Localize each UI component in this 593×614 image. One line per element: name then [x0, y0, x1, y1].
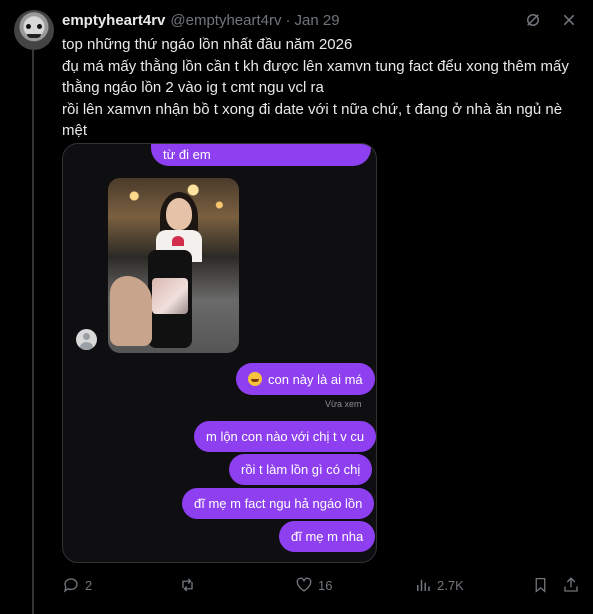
close-icon[interactable]: [559, 10, 579, 30]
chat-bubble-text: m lộn con nào với chị t v cu: [206, 429, 365, 444]
chat-bubble-text: đĩ mẹ m fact ngu hả ngáo lồn: [194, 496, 363, 511]
avatar-mouth: [27, 34, 41, 38]
views-button[interactable]: 2.7K: [414, 574, 464, 596]
bookmark-icon: [535, 577, 546, 593]
chat-bubble-sent: m lộn con nào với chị t v cu: [194, 421, 376, 452]
views-icon: [417, 579, 430, 591]
chat-bubble-sent: đĩ mẹ m nha: [279, 521, 376, 552]
tweet-text-line: top những thứ ngáo lồn nhất đầu năm 2026: [62, 36, 353, 53]
separator-dot: ·: [285, 11, 291, 29]
grok-icon[interactable]: [523, 10, 543, 30]
chat-bubble-text: đĩ mẹ m nha: [291, 529, 364, 544]
chat-bubble-sent: từ đi em: [151, 144, 371, 166]
tweet-text-line: rồi lên xamvn nhận bồ t xong đi date với…: [62, 100, 563, 118]
chat-bubble-text: từ đi em: [163, 146, 211, 162]
tweet-media-screenshot[interactable]: từ đi em con này là ai má Vừa xem m lộn …: [62, 143, 377, 563]
laughing-emoji-icon: [248, 372, 262, 386]
chat-bubble-sent: rồi t làm lồn gì có chị: [229, 454, 373, 485]
chat-bubble-text: rồi t làm lồn gì có chị: [241, 462, 361, 477]
repost-icon: [182, 578, 193, 592]
share-button[interactable]: [562, 574, 580, 596]
repost-button[interactable]: [178, 574, 202, 596]
tweet-text-line: mệt: [62, 122, 88, 139]
avatar-eyes: [26, 24, 42, 29]
tweet-text-line: đụ má mấy thằng lồn cần t kh được lên xa…: [62, 57, 569, 75]
like-button[interactable]: 16: [295, 574, 332, 596]
seen-status: Vừa xem: [325, 399, 362, 409]
share-icon: [564, 577, 578, 592]
photo-hand: [110, 276, 152, 346]
reply-button[interactable]: 2: [62, 574, 92, 596]
tweet-header: emptyheart4rv @emptyheart4rv · Jan 29: [62, 10, 340, 30]
timestamp[interactable]: Jan 29: [295, 12, 340, 29]
photo-phone-screen: [152, 278, 188, 314]
bookmark-button[interactable]: [532, 574, 549, 596]
photo-face: [166, 198, 192, 230]
action-bar: 2 16 2.7K: [62, 574, 582, 596]
chat-bubble-text: con này là ai má: [268, 371, 363, 387]
display-name[interactable]: emptyheart4rv: [62, 12, 165, 29]
tweet-text: top những thứ ngáo lồn nhất đầu năm 2026…: [62, 34, 582, 142]
photo-heart: [172, 236, 184, 246]
reply-icon: [63, 578, 78, 593]
top-icons: [523, 10, 579, 30]
chat-bubble-sent: con này là ai má: [236, 363, 375, 395]
reply-count: 2: [85, 577, 93, 593]
chat-avatar: [76, 329, 97, 350]
like-count: 16: [318, 577, 333, 593]
chat-photo: [108, 178, 239, 353]
thread-line: [32, 50, 34, 614]
tweet-text-line: thằng ngáo lồn 2 vào ig t cmt ngu vcl ra: [62, 79, 324, 96]
user-handle[interactable]: @emptyheart4rv: [170, 12, 281, 29]
heart-icon: [296, 577, 312, 592]
views-count: 2.7K: [437, 577, 464, 593]
avatar[interactable]: [14, 10, 54, 50]
chat-bubble-sent: đĩ mẹ m fact ngu hả ngáo lồn: [182, 488, 375, 519]
